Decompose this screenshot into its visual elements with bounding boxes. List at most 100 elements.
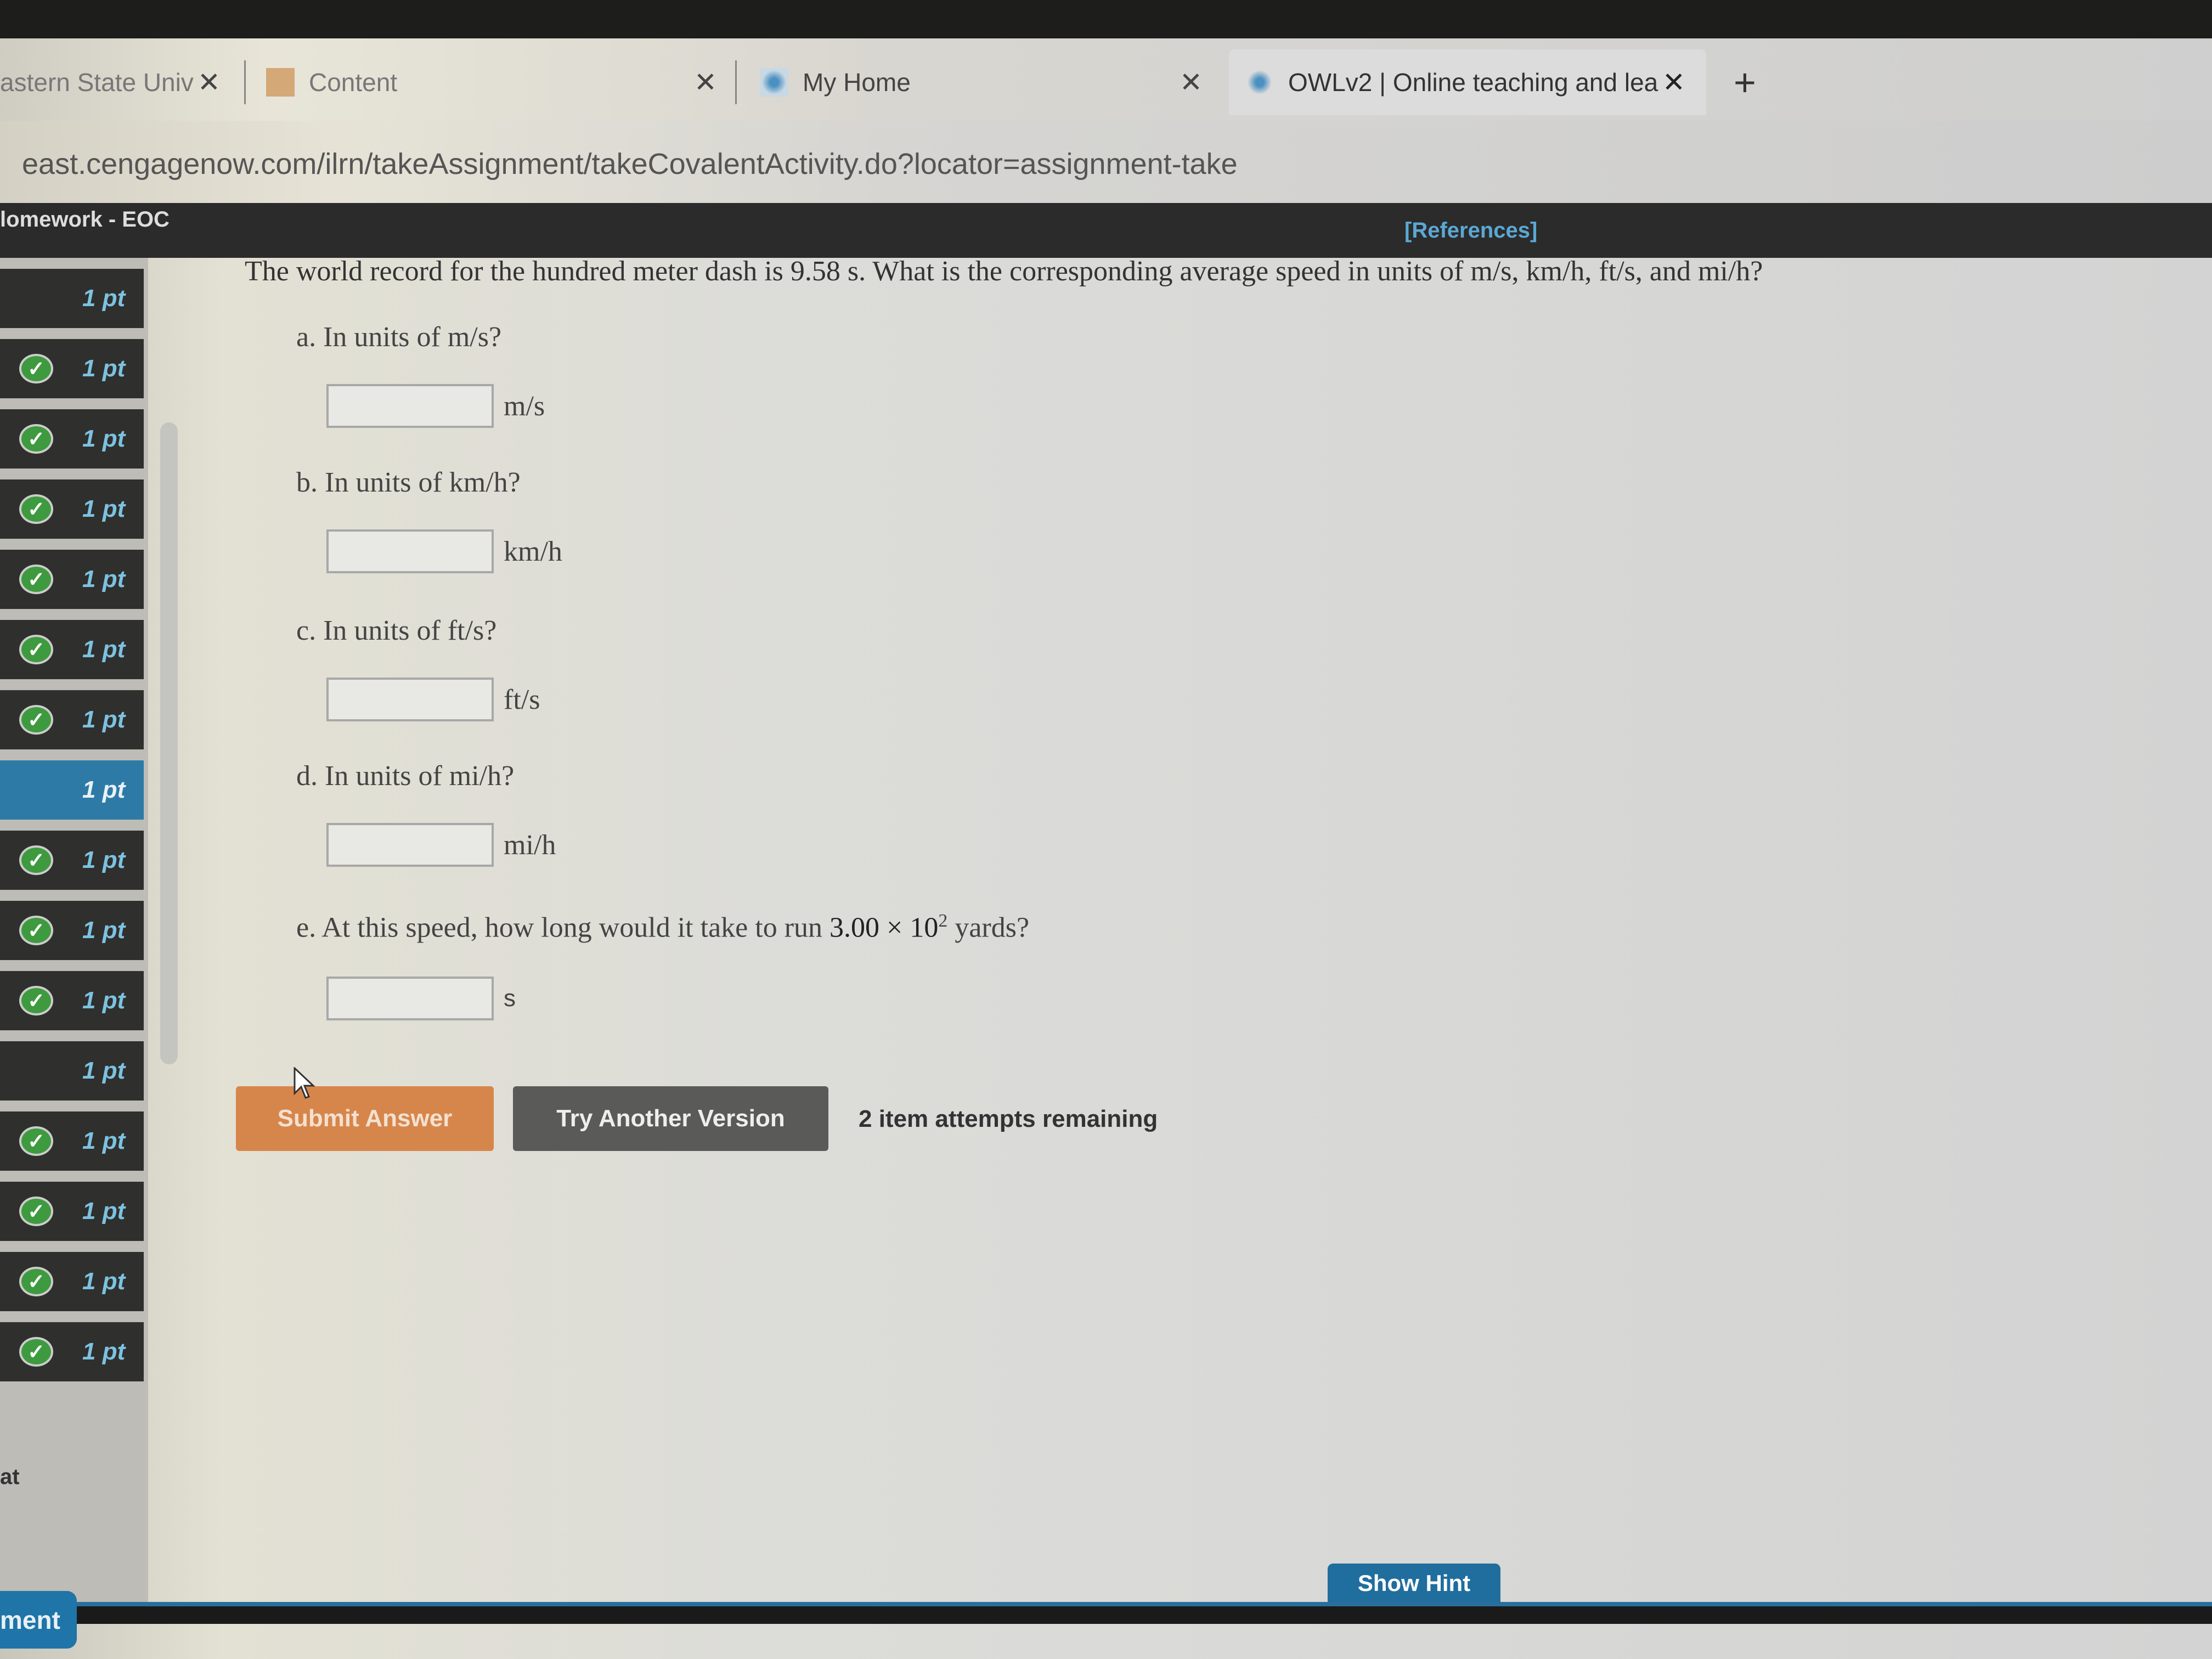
part-e-answer-row: s bbox=[326, 977, 516, 1020]
show-hint-button[interactable]: Show Hint bbox=[1328, 1564, 1500, 1603]
part-a-answer-row: m/s bbox=[326, 384, 545, 428]
sidebar-question-item[interactable]: ✓ 1 pt bbox=[0, 971, 144, 1030]
sidebar-question-item[interactable]: ✓ 1 pt bbox=[0, 620, 144, 679]
browser-tab-bar: astern State Univ ✕ Content ✕ My Home ✕ … bbox=[0, 38, 2212, 121]
close-tab-icon[interactable]: ✕ bbox=[1662, 66, 1685, 98]
close-tab-icon[interactable]: ✕ bbox=[198, 66, 221, 98]
question-points: 1 pt bbox=[82, 355, 126, 382]
part-e-quantity: 3.00 × 10 bbox=[830, 912, 939, 944]
sidebar-footer-text: at bbox=[0, 1465, 20, 1489]
part-e-unit: s bbox=[504, 985, 516, 1012]
assignment-header: lomework - EOC [References] bbox=[0, 203, 2212, 258]
part-d-label: d. In units of mi/h? bbox=[296, 760, 515, 792]
question-points: 1 pt bbox=[82, 776, 126, 803]
question-points: 1 pt bbox=[82, 917, 126, 944]
sidebar-question-item[interactable]: 1 pt bbox=[0, 760, 144, 820]
tab-label: My Home bbox=[803, 68, 911, 97]
owl-spinner-icon bbox=[760, 68, 788, 97]
owl-assignment-app: lomework - EOC [References] 1 pt ✓ 1 pt ✓ 1 … bbox=[0, 203, 2212, 1659]
sidebar-question-item[interactable]: ✓ 1 pt bbox=[0, 1252, 144, 1311]
tab-my-home[interactable]: My Home ✕ bbox=[760, 49, 1221, 115]
part-b-unit: km/h bbox=[504, 535, 562, 567]
sidebar-question-item[interactable]: ✓ 1 pt bbox=[0, 339, 144, 398]
checkmark-icon: ✓ bbox=[19, 424, 53, 454]
checkmark-icon: ✓ bbox=[19, 1337, 53, 1367]
question-points: 1 pt bbox=[82, 706, 126, 733]
references-link[interactable]: [References] bbox=[1404, 218, 1537, 243]
part-a-label: a. In units of m/s? bbox=[296, 321, 502, 353]
part-c-answer-row: ft/s bbox=[326, 678, 540, 721]
question-points: 1 pt bbox=[82, 495, 126, 522]
part-b-input[interactable] bbox=[326, 529, 494, 573]
sidebar-question-item[interactable]: ✓ 1 pt bbox=[0, 831, 144, 890]
owl-spinner-icon bbox=[1245, 68, 1274, 97]
plus-icon: + bbox=[1734, 61, 1756, 104]
sidebar-question-item[interactable]: 1 pt bbox=[0, 1041, 144, 1101]
sidebar-question-item[interactable]: ✓ 1 pt bbox=[0, 479, 144, 539]
checkmark-icon: ✓ bbox=[19, 986, 53, 1015]
sidebar-question-item[interactable]: ✓ 1 pt bbox=[0, 1111, 144, 1171]
tab-label: astern State Univ bbox=[0, 68, 194, 97]
part-e-label-prefix: e. At this speed, how long would it take… bbox=[296, 912, 830, 944]
tab-content[interactable]: Content ✕ bbox=[266, 49, 732, 115]
part-c-unit: ft/s bbox=[504, 684, 540, 715]
part-c-input[interactable] bbox=[326, 678, 494, 721]
question-content: The world record for the hundred meter d… bbox=[148, 256, 2212, 1603]
part-e-input[interactable] bbox=[326, 977, 494, 1020]
checkmark-icon: ✓ bbox=[19, 845, 53, 875]
question-points: 1 pt bbox=[82, 285, 126, 312]
sidebar-question-item[interactable]: ✓ 1 pt bbox=[0, 1182, 144, 1241]
mouse-cursor-icon bbox=[294, 1067, 315, 1099]
sidebar-question-item[interactable]: ✓ 1 pt bbox=[0, 1322, 144, 1381]
part-e-label-suffix: yards? bbox=[947, 912, 1030, 944]
question-points: 1 pt bbox=[82, 847, 126, 873]
url-text[interactable]: east.cengagenow.com/ilrn/takeAssignment/… bbox=[22, 147, 1238, 181]
checkmark-icon: ✓ bbox=[19, 635, 53, 664]
checkmark-icon: ✓ bbox=[19, 705, 53, 735]
checkmark-icon: ✓ bbox=[19, 565, 53, 594]
part-a-input[interactable] bbox=[326, 384, 494, 428]
question-points: 1 pt bbox=[82, 425, 126, 452]
new-tab-button[interactable]: + bbox=[1734, 49, 1778, 115]
question-points: 1 pt bbox=[82, 1127, 126, 1154]
question-points: 1 pt bbox=[82, 1057, 126, 1084]
part-b-answer-row: km/h bbox=[326, 529, 562, 573]
assignment-button[interactable]: ment bbox=[0, 1591, 77, 1649]
sidebar-question-item[interactable]: ✓ 1 pt bbox=[0, 901, 144, 960]
question-points: 1 pt bbox=[82, 987, 126, 1014]
part-c-label: c. In units of ft/s? bbox=[296, 615, 497, 646]
question-points: 1 pt bbox=[82, 1338, 126, 1365]
checkmark-icon: ✓ bbox=[19, 1126, 53, 1156]
close-tab-icon[interactable]: ✕ bbox=[1180, 66, 1203, 98]
attempts-remaining: 2 item attempts remaining bbox=[859, 1105, 1158, 1132]
tab-university[interactable]: astern State Univ ✕ bbox=[0, 49, 241, 115]
question-points: 1 pt bbox=[82, 1268, 126, 1295]
question-text: The world record for the hundred meter d… bbox=[245, 256, 1763, 287]
sidebar-question-item[interactable]: ✓ 1 pt bbox=[0, 690, 144, 749]
part-b-label: b. In units of km/h? bbox=[296, 467, 521, 498]
checkmark-icon: ✓ bbox=[19, 494, 53, 524]
question-points: 1 pt bbox=[82, 636, 126, 663]
tab-label: OWLv2 | Online teaching and lea bbox=[1288, 68, 1658, 97]
sidebar-question-item[interactable]: ✓ 1 pt bbox=[0, 550, 144, 609]
checkmark-icon: ✓ bbox=[19, 1197, 53, 1226]
question-sidebar: 1 pt ✓ 1 pt ✓ 1 pt ✓ 1 pt ✓ 1 pt ✓ 1 pt ✓ 1 pt 1 pt ✓ 1… bbox=[0, 258, 148, 1602]
question-points: 1 pt bbox=[82, 1198, 126, 1224]
part-d-input[interactable] bbox=[326, 823, 494, 867]
tab-owlv2[interactable]: OWLv2 | Online teaching and lea ✕ bbox=[1229, 49, 1706, 115]
assignment-button-label: ment bbox=[0, 1605, 60, 1634]
pencil-icon bbox=[266, 68, 295, 97]
try-another-version-button[interactable]: Try Another Version bbox=[513, 1086, 828, 1151]
part-e-label: e. At this speed, how long would it take… bbox=[296, 911, 1029, 944]
app-bottom-bar bbox=[0, 1602, 2212, 1624]
address-bar[interactable]: east.cengagenow.com/ilrn/takeAssignment/… bbox=[0, 121, 2212, 203]
tab-label: Content bbox=[309, 68, 398, 97]
submit-answer-button[interactable]: Submit Answer bbox=[236, 1086, 494, 1151]
checkmark-icon: ✓ bbox=[19, 354, 53, 383]
sidebar-question-item[interactable]: ✓ 1 pt bbox=[0, 409, 144, 469]
sidebar-question-item[interactable]: 1 pt bbox=[0, 269, 144, 328]
checkmark-icon: ✓ bbox=[19, 916, 53, 945]
part-d-answer-row: mi/h bbox=[326, 823, 556, 867]
close-tab-icon[interactable]: ✕ bbox=[694, 66, 717, 98]
checkmark-icon: ✓ bbox=[19, 1267, 53, 1296]
